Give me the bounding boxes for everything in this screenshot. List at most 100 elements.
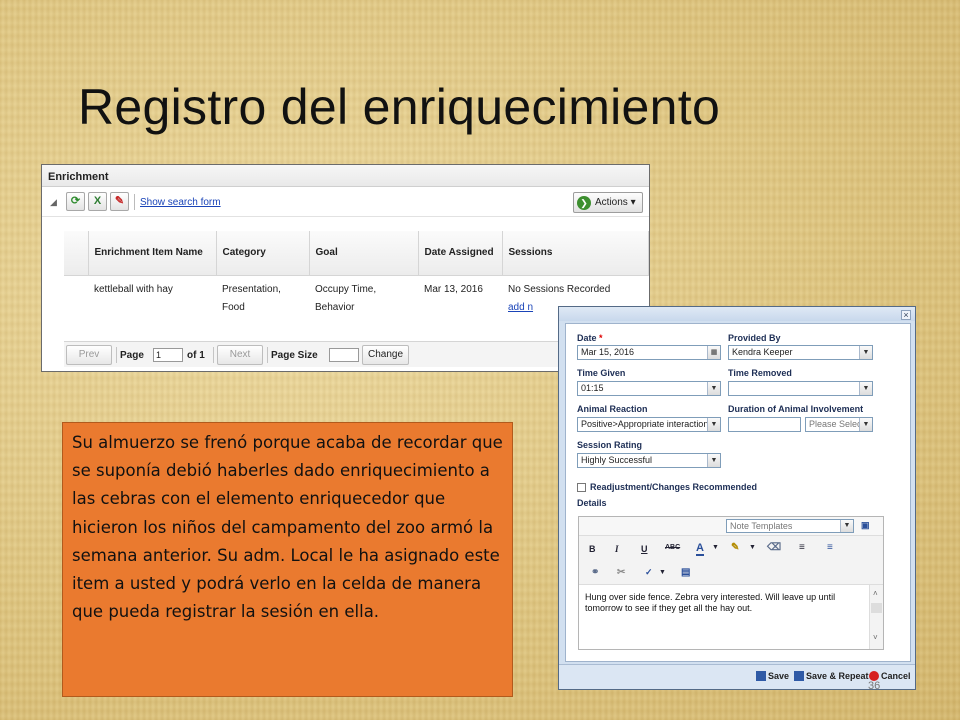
details-text-area[interactable]: Hung over side fence. Zebra very interes… — [585, 592, 873, 614]
instruction-callout: Su almuerzo se frenó porque acaba de rec… — [62, 422, 513, 697]
floppy-icon — [794, 671, 804, 681]
collapse-arrow-icon[interactable]: ◢ — [50, 197, 57, 208]
bullet-list-icon[interactable]: ≡ — [799, 542, 805, 553]
numbered-list-icon[interactable]: ≡ — [827, 542, 833, 553]
page-number-input[interactable]: 1 — [153, 348, 183, 362]
table-header-row: Enrichment Item Name Category Goal Date … — [64, 231, 649, 276]
dropdown-caret-icon: ▾ — [630, 197, 636, 208]
highlight-icon[interactable]: ✎ — [731, 542, 739, 553]
provided-by-label: Provided By — [728, 333, 781, 343]
html-view-icon[interactable]: ▤ — [681, 567, 690, 578]
time-removed-select[interactable]: ▼ — [728, 381, 873, 396]
chevron-down-icon[interactable]: ▼ — [659, 569, 666, 576]
duration-unit-select[interactable]: Please Select ▼ — [805, 417, 873, 432]
italic-icon[interactable]: I — [615, 544, 619, 554]
underline-icon[interactable]: U — [641, 544, 648, 554]
column-header-date-assigned[interactable]: Date Assigned — [418, 231, 503, 276]
note-templates-select[interactable]: Note Templates ▼ — [726, 519, 854, 533]
date-label: Date * — [577, 333, 603, 343]
cell-date-assigned: Mar 13, 2016 — [424, 283, 483, 295]
save-repeat-button[interactable]: Save & Repeat — [794, 671, 869, 681]
strikethrough-icon[interactable]: ABC — [665, 544, 680, 551]
session-rating-select[interactable]: Highly Successful ▼ — [577, 453, 721, 468]
enrichment-session-dialog: × Date * Mar 15, 2016 ▦ Provided By Kend… — [558, 306, 916, 690]
note-templates-value: Note Templates — [730, 521, 793, 531]
dialog-footer: Save Save & Repeat Cancel — [559, 664, 915, 689]
chevron-down-icon: ▼ — [707, 382, 720, 395]
chevron-down-icon: ▼ — [707, 418, 720, 431]
chevron-down-icon: ▼ — [859, 346, 872, 359]
duration-label: Duration of Animal Involvement — [728, 404, 864, 414]
toolbar-divider — [134, 194, 135, 210]
sessions-status: No Sessions Recorded — [508, 283, 611, 295]
floppy-icon — [756, 671, 766, 681]
provided-by-select[interactable]: Kendra Keeper ▼ — [728, 345, 873, 360]
column-spacer — [64, 231, 89, 276]
page-size-input[interactable] — [329, 348, 359, 362]
pager-divider — [116, 347, 117, 363]
clear-format-icon[interactable]: ⌫ — [767, 542, 781, 553]
prev-button[interactable]: Prev — [66, 345, 112, 365]
actions-button[interactable]: ❯ Actions ▾ — [573, 192, 643, 213]
refresh-icon[interactable]: ⟳ — [66, 192, 85, 211]
scroll-thumb[interactable] — [871, 603, 882, 613]
chevron-down-icon[interactable]: ▼ — [712, 544, 719, 551]
animal-reaction-label: Animal Reaction — [577, 404, 648, 414]
editor-top-bar: Note Templates ▼ ▣ — [579, 517, 883, 535]
column-header-sessions[interactable]: Sessions — [502, 231, 649, 276]
page-label: Page — [120, 350, 144, 361]
editor-scrollbar[interactable]: ˄ ˅ — [869, 585, 883, 649]
add-session-link[interactable]: add n — [508, 302, 533, 313]
font-color-icon[interactable]: A — [696, 542, 704, 556]
scroll-up-icon[interactable]: ˄ — [873, 589, 878, 598]
calendar-icon[interactable]: ▦ — [707, 346, 720, 359]
spellcheck-icon[interactable]: ✓ — [645, 567, 653, 578]
chevron-down-icon: ▼ — [840, 520, 853, 532]
session-rating-value: Highly Successful — [581, 455, 653, 465]
unlink-icon[interactable]: ✂ — [617, 567, 625, 578]
dialog-form: Date * Mar 15, 2016 ▦ Provided By Kendra… — [565, 323, 911, 662]
time-given-select[interactable]: 01:15 ▼ — [577, 381, 721, 396]
provided-by-value: Kendra Keeper — [732, 347, 793, 357]
go-arrow-icon: ❯ — [577, 196, 591, 210]
session-rating-label: Session Rating — [577, 440, 643, 450]
editor-toolbar: B I U ABC A ▼ ✎ ▼ ⌫ ≡ ≡ ⚭ ✂ ✓ ▼ ▤ — [579, 535, 883, 585]
column-header-goal[interactable]: Goal — [309, 231, 419, 276]
dialog-header: × — [559, 307, 915, 321]
chevron-down-icon: ▼ — [859, 418, 872, 431]
next-button[interactable]: Next — [217, 345, 263, 365]
slide-number: 36 — [868, 680, 881, 692]
cell-goal: Occupy Time, Behavior — [315, 283, 377, 313]
page-size-label: Page Size — [271, 350, 318, 361]
column-header-item-name[interactable]: Enrichment Item Name — [88, 231, 217, 276]
animal-reaction-select[interactable]: Positive>Appropriate interaction ▼ — [577, 417, 721, 432]
time-given-label: Time Given — [577, 368, 626, 378]
save-button[interactable]: Save — [756, 671, 789, 681]
change-button[interactable]: Change — [362, 345, 409, 365]
cell-category: Presentation, Food — [222, 283, 281, 313]
slide-title: Registro del enriquecimiento — [78, 79, 721, 135]
chevron-down-icon: ▼ — [707, 454, 720, 467]
bold-icon[interactable]: B — [589, 544, 596, 554]
pdf-export-icon[interactable]: ✎ — [110, 192, 129, 211]
scroll-down-icon[interactable]: ˅ — [873, 633, 878, 642]
show-search-form-link[interactable]: Show search form — [140, 197, 221, 208]
close-icon[interactable]: × — [901, 310, 911, 320]
duration-unit-value: Please Select — [809, 419, 865, 429]
link-icon[interactable]: ⚭ — [591, 567, 599, 578]
page-of-label: of 1 — [187, 350, 205, 361]
actions-label: Actions — [595, 197, 628, 208]
excel-export-icon[interactable]: X — [88, 192, 107, 211]
save-template-icon[interactable]: ▣ — [861, 520, 870, 531]
enrichment-header: Enrichment — [42, 165, 649, 187]
duration-input[interactable] — [728, 417, 801, 432]
readjustment-label: Readjustment/Changes Recommended — [590, 482, 758, 492]
date-value: Mar 15, 2016 — [581, 347, 635, 357]
chevron-down-icon[interactable]: ▼ — [749, 544, 756, 551]
chevron-down-icon: ▼ — [859, 382, 872, 395]
date-field[interactable]: Mar 15, 2016 ▦ — [577, 345, 721, 360]
readjustment-checkbox[interactable] — [577, 483, 586, 492]
column-header-category[interactable]: Category — [216, 231, 310, 276]
row-spacer — [64, 275, 88, 322]
required-mark: * — [599, 333, 603, 343]
